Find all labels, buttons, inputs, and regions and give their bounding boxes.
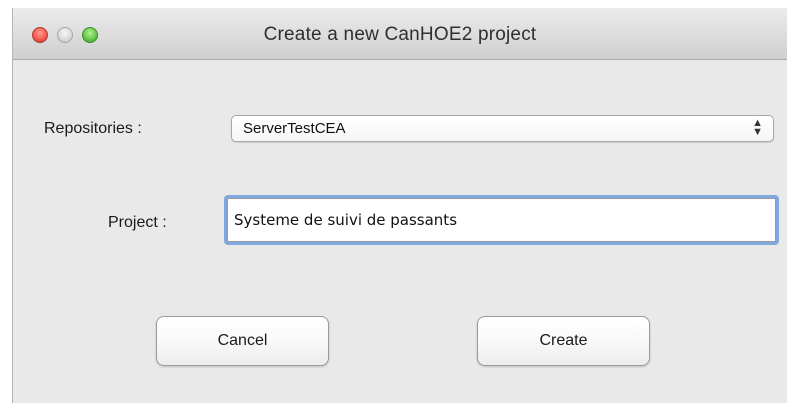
repositories-select[interactable]: ServerTestCEA ▲ ▼ bbox=[231, 115, 774, 142]
repositories-selected-value: ServerTestCEA bbox=[243, 120, 346, 137]
repositories-label: Repositories : bbox=[44, 120, 142, 137]
cancel-button[interactable]: Cancel bbox=[156, 316, 329, 366]
window-title: Create a new CanHOE2 project bbox=[263, 24, 537, 45]
dialog-window: Create a new CanHOE2 project Repositorie… bbox=[12, 8, 787, 403]
title-bar[interactable]: Create a new CanHOE2 project bbox=[13, 8, 787, 60]
project-field-focus-ring bbox=[224, 195, 779, 245]
project-input[interactable] bbox=[227, 198, 776, 242]
project-label: Project : bbox=[108, 214, 167, 231]
updown-arrows-icon: ▲ ▼ bbox=[752, 117, 763, 138]
create-button[interactable]: Create bbox=[477, 316, 650, 366]
